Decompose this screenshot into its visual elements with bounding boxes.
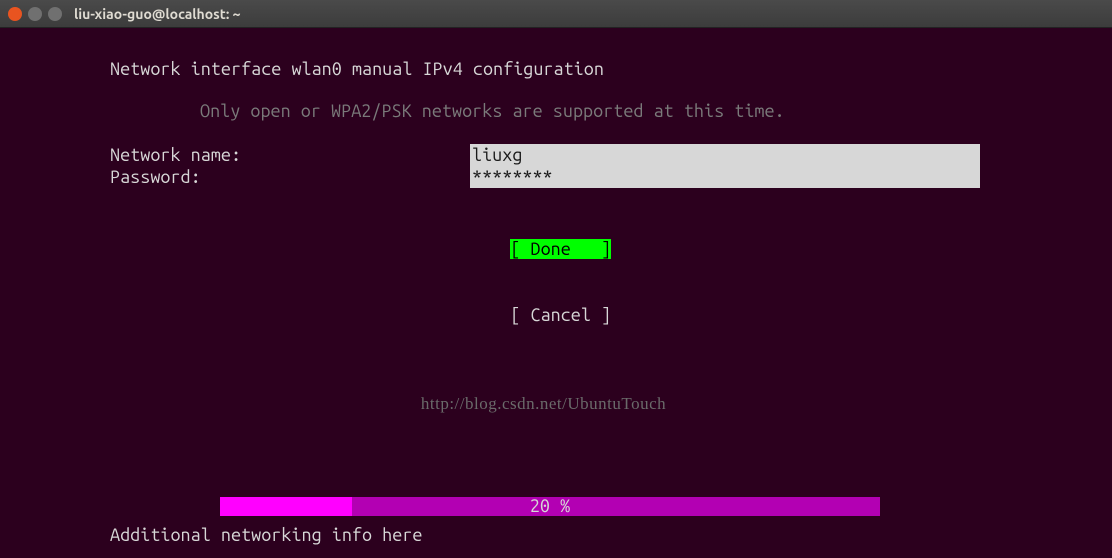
- page-title: Network interface wlan0 manual IPv4 conf…: [110, 58, 1087, 80]
- close-icon[interactable]: [8, 7, 22, 21]
- watermark-text: http://blog.csdn.net/UbuntuTouch: [0, 393, 1087, 415]
- network-name-input[interactable]: liuxg: [470, 144, 980, 166]
- password-input[interactable]: ********: [470, 166, 980, 188]
- progress-bar: 20 %: [220, 497, 990, 516]
- window-controls: [8, 7, 62, 21]
- form-area: Network name:liuxg Password:********: [110, 144, 1087, 188]
- network-name-row: Network name:liuxg: [110, 144, 1087, 166]
- progress-percent: 20 %: [220, 497, 880, 516]
- window-titlebar: liu-xiao-guo@localhost: ~: [0, 0, 1112, 28]
- maximize-icon[interactable]: [48, 7, 62, 21]
- button-row-2: [ Cancel ]: [470, 282, 1087, 348]
- page-subtitle: Only open or WPA2/PSK networks are suppo…: [200, 100, 1087, 122]
- button-row: [ Done ]: [470, 216, 1087, 282]
- network-name-label: Network name:: [110, 144, 470, 166]
- done-button[interactable]: [ Done ]: [510, 239, 611, 259]
- footer-text: Additional networking info here: [110, 524, 422, 546]
- minimize-icon[interactable]: [28, 7, 42, 21]
- cancel-button[interactable]: [ Cancel ]: [510, 305, 611, 325]
- window-title: liu-xiao-guo@localhost: ~: [74, 6, 241, 22]
- terminal-area: Network interface wlan0 manual IPv4 conf…: [0, 28, 1112, 558]
- password-label: Password:: [110, 166, 470, 188]
- progress-area: 20 %: [110, 497, 990, 516]
- password-row: Password:********: [110, 166, 1087, 188]
